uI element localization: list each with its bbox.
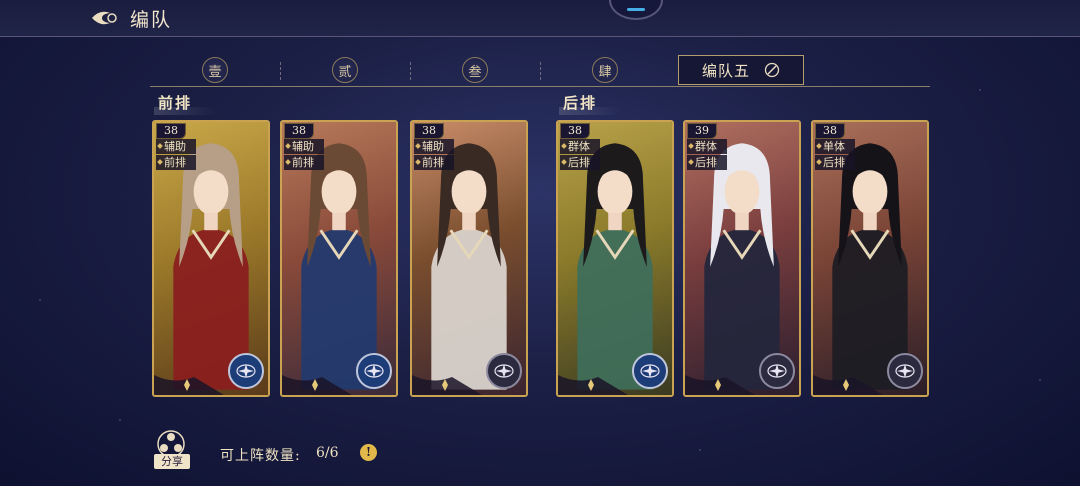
front-row-label: 前排 bbox=[153, 94, 217, 115]
tab-team-4[interactable]: 肆 bbox=[540, 56, 670, 84]
character-card[interactable]: 39 群体 后排 bbox=[683, 120, 801, 397]
frame-ornament bbox=[558, 375, 628, 395]
character-card[interactable]: 38 辅助 前排 bbox=[152, 120, 270, 397]
compass-icon[interactable] bbox=[887, 353, 923, 389]
compass-icon[interactable] bbox=[356, 353, 392, 389]
compass-icon[interactable] bbox=[759, 353, 795, 389]
compass-icon[interactable] bbox=[228, 353, 264, 389]
role-tag: 群体 bbox=[687, 139, 727, 154]
row-tag: 前排 bbox=[156, 155, 196, 170]
tab-label: 肆 bbox=[592, 57, 618, 83]
tab-team-5[interactable]: 编队五 bbox=[678, 55, 804, 85]
level-badge: 38 bbox=[284, 123, 314, 139]
tab-label: 编队五 bbox=[701, 61, 750, 80]
level-badge: 38 bbox=[156, 123, 186, 139]
frame-ornament bbox=[282, 375, 352, 395]
role-tag: 辅助 bbox=[414, 139, 454, 154]
character-card[interactable]: 38 群体 后排 bbox=[556, 120, 674, 397]
top-bar: 编队 bbox=[0, 0, 1080, 37]
tab-team-2[interactable]: 贰 bbox=[280, 56, 410, 84]
level-badge: 38 bbox=[414, 123, 444, 139]
role-tag: 群体 bbox=[560, 139, 600, 154]
compass-icon[interactable] bbox=[632, 353, 668, 389]
share-label: 分享 bbox=[154, 454, 190, 469]
frame-ornament bbox=[412, 375, 482, 395]
info-icon[interactable]: ! bbox=[360, 444, 377, 461]
rename-edit-icon[interactable] bbox=[764, 62, 780, 78]
role-tag: 辅助 bbox=[284, 139, 324, 154]
row-tag: 前排 bbox=[284, 155, 324, 170]
team-tabs: 壹 贰 叁 肆 编队五 bbox=[150, 55, 930, 86]
character-card[interactable]: 38 辅助 前排 bbox=[280, 120, 398, 397]
frame-ornament bbox=[685, 375, 755, 395]
frame-ornament bbox=[813, 375, 883, 395]
frame-ornament bbox=[154, 375, 224, 395]
tab-team-3[interactable]: 叁 bbox=[410, 56, 540, 84]
tab-underline bbox=[150, 86, 930, 87]
level-badge: 38 bbox=[560, 123, 590, 139]
tab-label: 贰 bbox=[332, 57, 358, 83]
tab-label: 壹 bbox=[202, 57, 228, 83]
row-tag: 后排 bbox=[687, 155, 727, 170]
character-card[interactable]: 38 辅助 前排 bbox=[410, 120, 528, 397]
row-tag: 后排 bbox=[560, 155, 600, 170]
deploy-count-label: 可上阵数量: bbox=[220, 448, 301, 464]
level-badge: 38 bbox=[815, 123, 845, 139]
tab-label: 叁 bbox=[462, 57, 488, 83]
row-tag: 后排 bbox=[815, 155, 855, 170]
compass-icon[interactable] bbox=[486, 353, 522, 389]
role-tag: 单体 bbox=[815, 139, 855, 154]
back-arrow-icon[interactable] bbox=[88, 5, 124, 31]
role-tag: 辅助 bbox=[156, 139, 196, 154]
back-row-label: 后排 bbox=[558, 94, 622, 115]
page-title: 编队 bbox=[130, 9, 173, 31]
character-card[interactable]: 38 单体 后排 bbox=[811, 120, 929, 397]
tab-team-1[interactable]: 壹 bbox=[150, 56, 280, 84]
deploy-count-value: 6/6 bbox=[316, 445, 339, 461]
row-tag: 前排 bbox=[414, 155, 454, 170]
level-badge: 39 bbox=[687, 123, 717, 139]
